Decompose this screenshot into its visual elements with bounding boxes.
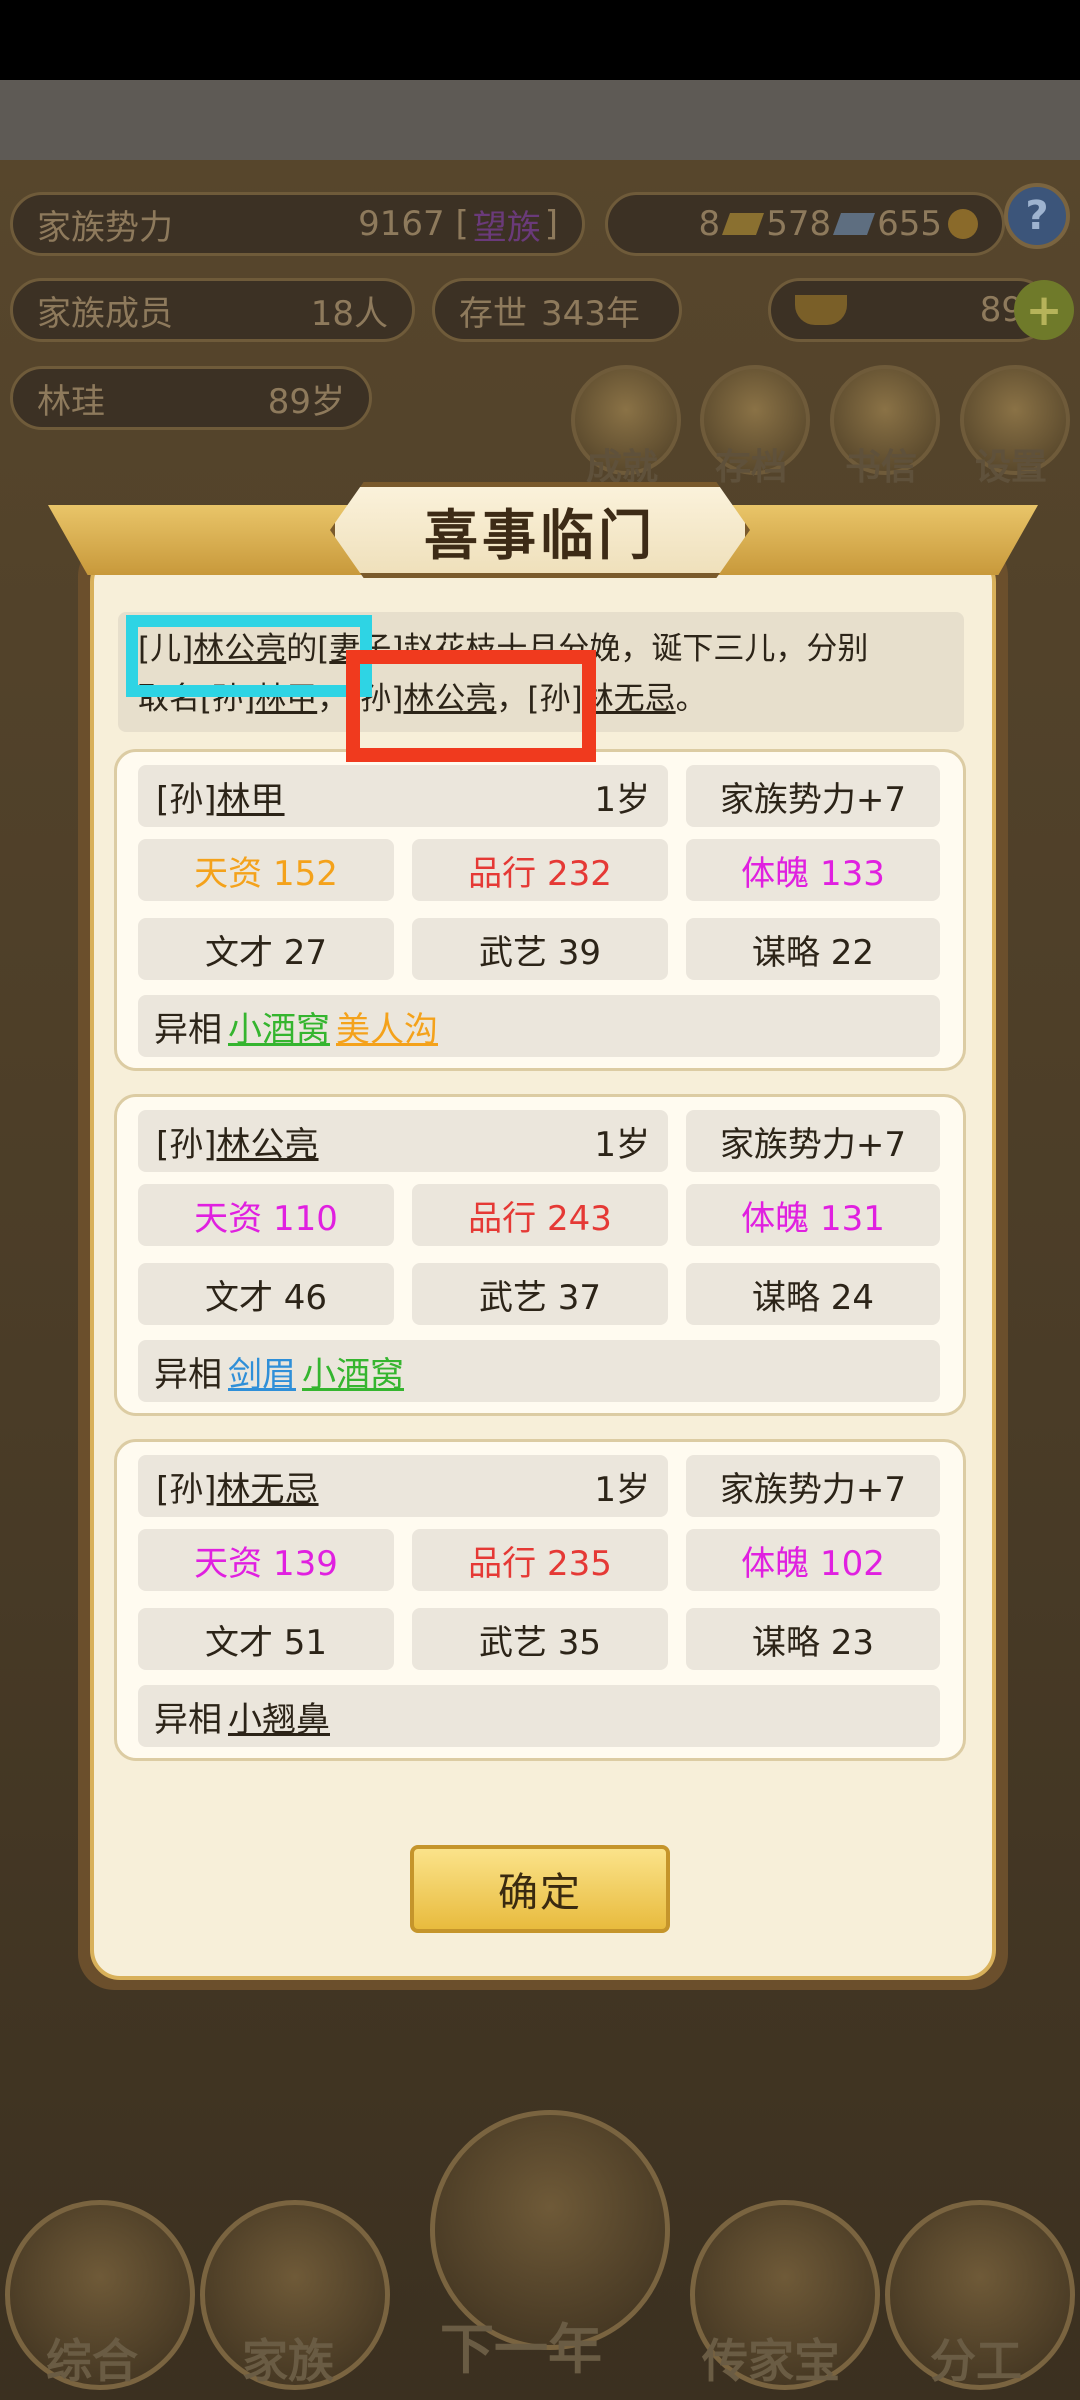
dialog-title: 喜事临门	[330, 482, 750, 578]
child-power: 家族势力+7	[686, 1110, 940, 1172]
trait-upturned-nose[interactable]: 小翘鼻	[228, 1692, 330, 1741]
resources-pill: 8 578 655	[605, 192, 1005, 256]
family-power-close: ]	[544, 204, 558, 244]
add-gold-button[interactable]: +	[1014, 280, 1074, 340]
status-bar	[0, 0, 1080, 80]
help-button[interactable]: ?	[1004, 183, 1070, 249]
child-literary: 文才 51	[138, 1608, 394, 1670]
question-icon: ?	[1025, 193, 1049, 239]
child-physique: 体魄 133	[686, 839, 940, 901]
resource-1-value: 8	[698, 204, 721, 244]
family-rank: 望族	[472, 207, 541, 248]
gold-ingot-pill: 89	[768, 278, 1050, 342]
family-power-label: 家族势力	[37, 207, 173, 248]
child-conduct: 品行 232	[412, 839, 668, 901]
child-strategy: 谋略 24	[686, 1263, 940, 1325]
gold-ingot-icon	[795, 295, 847, 325]
alive-label: 存世	[459, 293, 527, 334]
nav-next-year-label: 下一年	[440, 2318, 602, 2381]
patriarch-age: 89岁	[267, 381, 345, 422]
son-link[interactable]: 林公亮	[193, 631, 286, 667]
nav-overview-label: 综合	[46, 2334, 138, 2388]
family-power-value: 9167 [	[358, 204, 469, 244]
confirm-button[interactable]: 确定	[410, 1845, 670, 1933]
message-line-1: [儿]林公亮的[妻子]赵花枝十月分娩，诞下三儿，分别	[138, 631, 869, 667]
trait-dimple[interactable]: 小酒窝	[302, 1347, 404, 1396]
child-martial: 武艺 35	[412, 1608, 668, 1670]
family-power-pill[interactable]: 家族势力 9167 [ 望族 ]	[10, 192, 585, 256]
nav-heirloom-label: 传家宝	[702, 2334, 840, 2388]
child-strategy: 谋略 23	[686, 1608, 940, 1670]
child-strategy: 谋略 22	[686, 918, 940, 980]
save-label: 存档	[715, 447, 788, 488]
settings-label: 设置	[975, 447, 1048, 488]
child-literary: 文才 27	[138, 918, 394, 980]
letters-label: 书信	[845, 447, 918, 488]
child-literary: 文才 46	[138, 1263, 394, 1325]
child-age: 1岁	[594, 1469, 650, 1510]
child-talent: 天资 152	[138, 839, 394, 901]
child-traits-row: 异相 剑眉 小酒窝	[138, 1340, 940, 1402]
child-name-row[interactable]: [孙]林无忌 1岁	[138, 1455, 668, 1517]
coin-icon	[948, 209, 978, 239]
child-traits-row: 异相 小酒窝 美人沟	[138, 995, 940, 1057]
child-name: [孙]林甲	[156, 779, 285, 820]
alive-years-pill: 存世 343年	[432, 278, 682, 342]
child-physique: 体魄 102	[686, 1529, 940, 1591]
alive-value: 343年	[541, 293, 640, 334]
child-conduct: 品行 235	[412, 1529, 668, 1591]
child-name: [孙]林无忌	[156, 1469, 319, 1510]
dialog-message: [儿]林公亮的[妻子]赵花枝十月分娩，诞下三儿，分别 取名[孙]林甲，[孙]林公…	[118, 612, 964, 732]
child-talent: 天资 110	[138, 1184, 394, 1246]
top-strip	[0, 80, 1080, 160]
members-label: 家族成员	[37, 293, 173, 334]
child-power: 家族势力+7	[686, 1455, 940, 1517]
silver-bar-icon	[833, 213, 876, 235]
child-age: 1岁	[594, 779, 650, 820]
traits-label: 异相	[154, 1354, 222, 1395]
patriarch-pill[interactable]: 林珪 89岁	[10, 366, 372, 430]
child-1-link[interactable]: 林甲	[255, 681, 317, 717]
traits-label: 异相	[154, 1699, 222, 1740]
nav-duties-label: 分工	[930, 2334, 1022, 2388]
child-2-link[interactable]: 林公亮	[403, 681, 496, 717]
child-talent: 天资 139	[138, 1529, 394, 1591]
child-name-row[interactable]: [孙]林公亮 1岁	[138, 1110, 668, 1172]
members-value: 18人	[310, 293, 388, 334]
trait-sword-brows[interactable]: 剑眉	[228, 1347, 296, 1396]
child-age: 1岁	[594, 1124, 650, 1165]
trait-dimple[interactable]: 小酒窝	[228, 1002, 330, 1051]
trait-cleft-chin[interactable]: 美人沟	[336, 1002, 438, 1051]
child-power: 家族势力+7	[686, 765, 940, 827]
child-name: [孙]林公亮	[156, 1124, 319, 1165]
child-physique: 体魄 131	[686, 1184, 940, 1246]
child-name-row[interactable]: [孙]林甲 1岁	[138, 765, 668, 827]
wife-link[interactable]: 妻子	[329, 631, 391, 667]
resource-3-value: 655	[877, 204, 942, 244]
child-martial: 武艺 39	[412, 918, 668, 980]
traits-label: 异相	[154, 1009, 222, 1050]
child-conduct: 品行 243	[412, 1184, 668, 1246]
resource-2-value: 578	[766, 204, 832, 244]
child-3-link[interactable]: 林无忌	[583, 681, 676, 717]
message-line-2: 取名[孙]林甲，[孙]林公亮，[孙]林无忌。	[138, 681, 707, 717]
nav-family-label: 家族	[242, 2334, 334, 2388]
child-traits-row: 异相 小翘鼻	[138, 1685, 940, 1747]
members-pill[interactable]: 家族成员 18人	[10, 278, 415, 342]
gold-bar-icon	[722, 213, 765, 235]
child-martial: 武艺 37	[412, 1263, 668, 1325]
plus-icon: +	[1025, 284, 1063, 336]
patriarch-name: 林珪	[37, 381, 105, 422]
